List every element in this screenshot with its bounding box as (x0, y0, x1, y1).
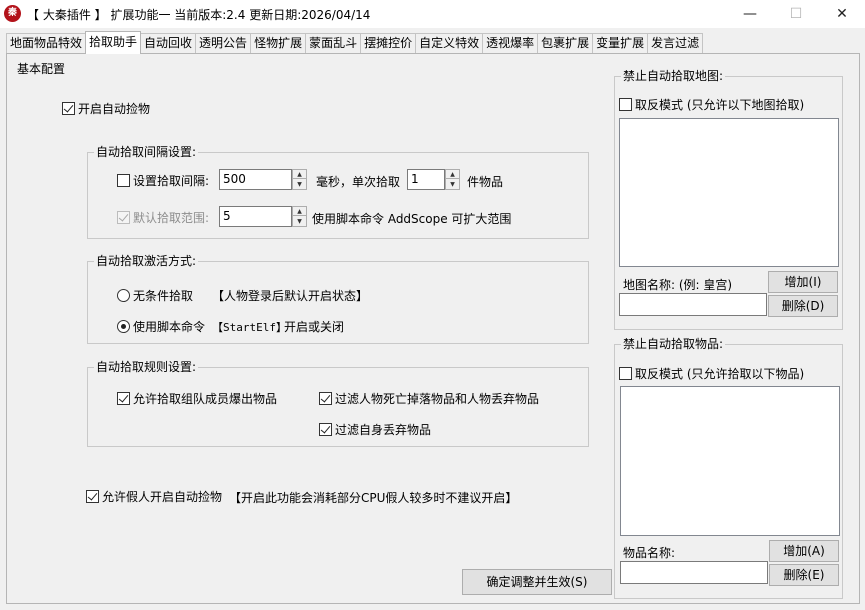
filter-self-drop-checkbox[interactable]: 过滤自身丢弃物品 (319, 421, 431, 438)
activation-group: 自动拾取激活方式: 无条件拾取 【人物登录后默认开启状态】 使用脚本命令 【St… (87, 254, 589, 344)
interval-input[interactable]: 500 (219, 169, 292, 190)
fake-player-note: 【开启此功能会消耗部分CPU假人较多时不建议开启】 (229, 491, 518, 505)
radio-circle[interactable] (117, 289, 130, 302)
ban-item-group-title: 禁止自动拾取物品: (621, 337, 726, 351)
spin-up-icon[interactable]: ▲ (446, 170, 459, 179)
filter-death-drop-label: 过滤人物死亡掉落物品和人物丢弃物品 (335, 392, 540, 406)
filter-death-drop-checkbox[interactable]: 过滤人物死亡掉落物品和人物丢弃物品 (319, 390, 539, 407)
spin-up-icon[interactable]: ▲ (293, 170, 306, 179)
auto-pickup-label: 开启自动捡物 (78, 102, 151, 116)
spin-up-icon[interactable]: ▲ (293, 207, 306, 216)
map-name-label: 地图名称: (例: 皇宫) (623, 278, 733, 292)
add-map-button[interactable]: 增加(I) (768, 271, 838, 293)
ban-item-list[interactable] (620, 386, 840, 536)
tab-drop-rate-view[interactable]: 透视爆率 (482, 33, 539, 53)
pickup-count-input[interactable]: 1 (407, 169, 445, 190)
ban-map-invert-label: 取反模式 (只允许以下地图拾取) (635, 98, 805, 112)
checkbox-box[interactable] (319, 392, 332, 405)
ban-map-list[interactable] (619, 118, 839, 267)
interval-unit-label: 毫秒，单次拾取 (316, 175, 401, 189)
tab-bag-extend[interactable]: 包裹扩展 (537, 33, 594, 53)
script-command-name: 【StartElf】 (212, 321, 287, 334)
ban-item-invert-label: 取反模式 (只允许拾取以下物品) (635, 367, 805, 381)
checkbox-box[interactable] (619, 98, 632, 111)
tab-monster-extend[interactable]: 怪物扩展 (250, 33, 307, 53)
checkbox-box[interactable] (86, 490, 99, 503)
script-command-radio[interactable]: 使用脚本命令 (117, 318, 205, 335)
checkbox-box[interactable] (117, 174, 130, 187)
ban-map-invert-checkbox[interactable]: 取反模式 (只允许以下地图拾取) (619, 96, 804, 113)
tab-ground-item-effects[interactable]: 地面物品特效 (6, 33, 87, 53)
spin-down-icon[interactable]: ▼ (293, 217, 306, 226)
script-command-label: 使用脚本命令 (133, 320, 206, 334)
ban-map-group-title: 禁止自动拾取地图: (621, 69, 726, 83)
minimize-button[interactable]: — (727, 0, 773, 28)
close-button[interactable]: ✕ (819, 0, 865, 28)
checkbox-box[interactable] (619, 367, 632, 380)
delete-map-button[interactable]: 删除(D) (768, 295, 838, 317)
set-interval-checkbox[interactable]: 设置拾取间隔: (117, 172, 209, 189)
tab-auto-recycle[interactable]: 自动回收 (140, 33, 197, 53)
tab-strip: 地面物品特效 拾取助手 自动回收 透明公告 怪物扩展 蒙面乱斗 摆摊控价 自定义… (6, 31, 704, 54)
pickup-count-unit-label: 件物品 (467, 175, 504, 189)
spin-down-icon[interactable]: ▼ (293, 180, 306, 189)
rules-group: 自动拾取规则设置: 允许拾取组队成员爆出物品 过滤人物死亡掉落物品和人物丢弃物品… (87, 360, 589, 447)
ban-item-invert-checkbox[interactable]: 取反模式 (只允许拾取以下物品) (619, 365, 804, 382)
add-item-button[interactable]: 增加(A) (769, 540, 839, 562)
window-title: 【 大秦插件 】 扩展功能一 当前版本:2.4 更新日期:2026/04/14 (27, 8, 371, 22)
activation-group-title: 自动拾取激活方式: (94, 254, 199, 268)
fake-player-pickup-label: 允许假人开启自动捡物 (102, 490, 223, 504)
ban-item-group: 禁止自动拾取物品: 取反模式 (只允许拾取以下物品) 物品名称: 增加(A) 删… (614, 337, 843, 599)
range-spinner[interactable]: ▲ ▼ (292, 206, 307, 227)
interval-spinner[interactable]: ▲ ▼ (292, 169, 307, 190)
tab-variable-extend[interactable]: 变量扩展 (592, 33, 649, 53)
unconditional-radio[interactable]: 无条件拾取 (117, 287, 193, 304)
maximize-button: ☐ (789, 6, 803, 22)
tab-chat-filter[interactable]: 发言过滤 (647, 33, 704, 53)
tab-transparent-notice[interactable]: 透明公告 (195, 33, 252, 53)
item-name-label: 物品名称: (623, 546, 676, 560)
set-interval-label: 设置拾取间隔: (133, 174, 210, 188)
unconditional-label: 无条件拾取 (133, 289, 194, 303)
map-name-input[interactable] (619, 293, 767, 316)
default-range-label: 默认拾取范围: (133, 211, 210, 225)
auto-pickup-checkbox[interactable]: 开启自动捡物 (62, 100, 150, 117)
spin-down-icon[interactable]: ▼ (446, 180, 459, 189)
filter-self-drop-label: 过滤自身丢弃物品 (335, 423, 432, 437)
rules-group-title: 自动拾取规则设置: (94, 360, 199, 374)
checkbox-box[interactable] (62, 102, 75, 115)
range-hint-label: 使用脚本命令 AddScope 可扩大范围 (312, 212, 512, 226)
delete-item-button[interactable]: 删除(E) (769, 564, 839, 586)
script-command-note: 开启或关闭 (284, 320, 345, 334)
radio-circle[interactable] (117, 320, 130, 333)
title-bar: 秦 【 大秦插件 】 扩展功能一 当前版本:2.4 更新日期:2026/04/1… (0, 0, 865, 28)
pickup-count-spinner[interactable]: ▲ ▼ (445, 169, 460, 190)
tab-masked-brawl[interactable]: 蒙面乱斗 (305, 33, 362, 53)
confirm-apply-button[interactable]: 确定调整并生效(S) (462, 569, 612, 595)
tab-custom-effects[interactable]: 自定义特效 (415, 33, 484, 53)
unconditional-note: 【人物登录后默认开启状态】 (212, 289, 369, 303)
app-logo-icon: 秦 (4, 5, 21, 22)
checkbox-box[interactable] (117, 392, 130, 405)
tab-pickup-assistant[interactable]: 拾取助手 (85, 31, 142, 54)
interval-group: 自动拾取间隔设置: 设置拾取间隔: 500 ▲ ▼ 毫秒，单次拾取 1 ▲ ▼ … (87, 145, 589, 239)
ban-map-group: 禁止自动拾取地图: 取反模式 (只允许以下地图拾取) 地图名称: (例: 皇宫)… (614, 69, 843, 330)
basic-config-title: 基本配置 (15, 62, 68, 76)
default-range-checkbox: 默认拾取范围: (117, 209, 209, 226)
checkbox-box (117, 211, 130, 224)
checkbox-box[interactable] (319, 423, 332, 436)
tab-stall-price-control[interactable]: 摆摊控价 (360, 33, 417, 53)
interval-group-title: 自动拾取间隔设置: (94, 145, 199, 159)
range-input[interactable]: 5 (219, 206, 292, 227)
item-name-input[interactable] (620, 561, 768, 584)
tab-panel: 基本配置 开启自动捡物 自动拾取间隔设置: 设置拾取间隔: 500 ▲ ▼ 毫秒… (6, 53, 860, 604)
allow-team-drop-label: 允许拾取组队成员爆出物品 (133, 392, 278, 406)
fake-player-pickup-checkbox[interactable]: 允许假人开启自动捡物 (86, 488, 222, 505)
allow-team-drop-checkbox[interactable]: 允许拾取组队成员爆出物品 (117, 390, 277, 407)
